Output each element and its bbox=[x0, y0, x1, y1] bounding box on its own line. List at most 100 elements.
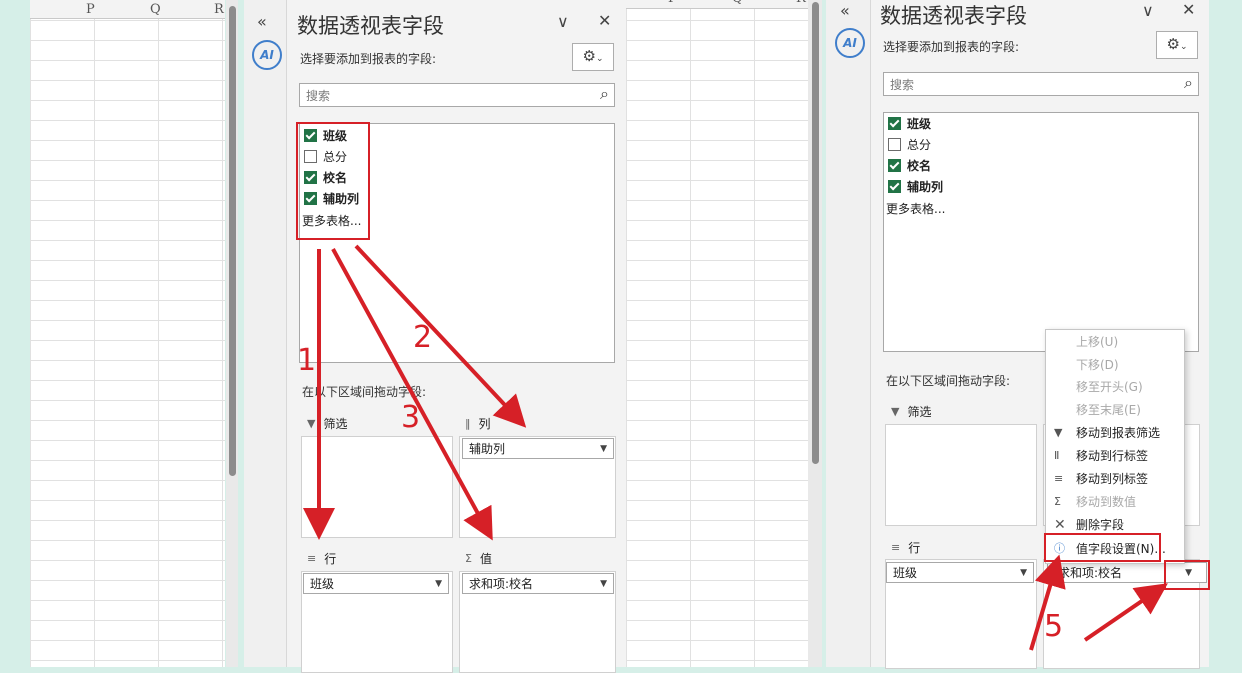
column-header-r[interactable]: R bbox=[214, 2, 224, 17]
search-icon[interactable]: ⌕ bbox=[600, 84, 609, 104]
menu-item-move-to-end[interactable]: 移至末尾(E) bbox=[1046, 399, 1184, 421]
choose-fields-label: 选择要添加到报表的字段: bbox=[300, 52, 437, 66]
sigma-icon: Σ bbox=[1054, 495, 1061, 508]
checkbox-checked[interactable] bbox=[888, 116, 901, 130]
filter-area-label: 筛选 bbox=[907, 404, 932, 419]
column-header-p[interactable]: P bbox=[668, 0, 677, 6]
pane-title: 数据透视表字段 bbox=[880, 4, 1027, 28]
chevron-down-icon: ⌄ bbox=[1179, 42, 1188, 52]
dropdown-value: 班级 bbox=[893, 566, 918, 580]
scrollbar-thumb[interactable] bbox=[812, 2, 819, 464]
chevron-down-icon[interactable]: ∨ bbox=[1142, 1, 1154, 20]
checkbox-checked[interactable] bbox=[888, 179, 901, 193]
left-column-headers: P Q R bbox=[30, 0, 225, 19]
left-vertical-scrollbar[interactable] bbox=[226, 0, 238, 667]
filter-icon: ▼ bbox=[1054, 426, 1063, 439]
values-area-header: Σ值 bbox=[459, 546, 614, 570]
settings-gear-button[interactable]: ⚙⌄ bbox=[1156, 31, 1198, 59]
more-tables-link[interactable]: 更多表格... bbox=[886, 198, 945, 218]
highlight-box-fields bbox=[296, 122, 370, 240]
settings-gear-button[interactable]: ⚙⌄ bbox=[572, 43, 614, 71]
annotation-number-2: 2 bbox=[413, 320, 433, 355]
field-search-input[interactable]: 搜索 ⌕ bbox=[883, 72, 1199, 96]
field-context-menu: 上移(U) 下移(D) 移至开头(G) 移至末尾(E) ▼ 移动到报表筛选 Ⅱ 移动… bbox=[1045, 329, 1185, 564]
choose-fields-label: 选择要添加到报表的字段: bbox=[883, 40, 1020, 54]
annotation-number-5: 5 bbox=[1044, 609, 1064, 644]
collapse-pane-icon[interactable]: « bbox=[257, 12, 267, 31]
rows-field-dropdown[interactable]: 班级 ▼ bbox=[886, 562, 1034, 583]
field-search-input[interactable]: 搜索 ⌕ bbox=[299, 83, 615, 107]
filter-area-label: 筛选 bbox=[323, 416, 348, 431]
collapse-pane-icon[interactable]: « bbox=[840, 1, 850, 20]
rows-area-label: 行 bbox=[324, 551, 337, 566]
filter-drop-area[interactable] bbox=[885, 424, 1037, 526]
filter-icon: ▼ bbox=[891, 404, 900, 418]
dropdown-value: 班级 bbox=[310, 577, 335, 591]
middle-column-headers: P Q R bbox=[626, 0, 808, 9]
checkbox-checked[interactable] bbox=[888, 158, 901, 172]
annotation-number-1: 1 bbox=[297, 343, 317, 378]
filter-drop-area[interactable] bbox=[301, 436, 453, 538]
rows-area-label: 行 bbox=[908, 540, 921, 555]
pane-title: 数据透视表字段 bbox=[297, 14, 444, 38]
chevron-down-icon: ⌄ bbox=[595, 54, 604, 64]
annotation-number-3: 3 bbox=[401, 400, 421, 435]
columns-area-header: ‖ 列 bbox=[459, 411, 614, 435]
columns-icon: ‖ bbox=[465, 416, 471, 430]
menu-item-move-up[interactable]: 上移(U) bbox=[1046, 331, 1184, 353]
scrollbar-thumb[interactable] bbox=[229, 6, 236, 476]
chevron-down-icon: ▼ bbox=[435, 579, 442, 589]
rows-icon: ≡ bbox=[307, 551, 317, 565]
ai-assistant-icon[interactable]: AI bbox=[835, 28, 865, 58]
checkbox-unchecked[interactable] bbox=[888, 137, 901, 151]
filter-area-header: ▼ 筛选 bbox=[885, 399, 1035, 423]
close-icon[interactable]: ✕ bbox=[1182, 0, 1195, 19]
field-item-total[interactable]: 总分 bbox=[888, 134, 931, 154]
field-label: 辅助列 bbox=[907, 179, 944, 194]
menu-item-move-to-start[interactable]: 移至开头(G) bbox=[1046, 376, 1184, 398]
columns-icon: ≡ bbox=[1054, 472, 1064, 485]
field-item-school[interactable]: 校名 bbox=[888, 155, 931, 175]
column-header-q[interactable]: Q bbox=[150, 2, 161, 17]
values-area-label: 值 bbox=[479, 551, 492, 566]
rows-area-header: ≡ 行 bbox=[885, 535, 1035, 559]
highlight-box-dropdown-arrow bbox=[1164, 560, 1210, 590]
menu-item-move-to-values[interactable]: Σ 移动到数值 bbox=[1046, 491, 1184, 513]
field-label: 班级 bbox=[907, 116, 932, 131]
chevron-down-icon: ▼ bbox=[600, 579, 607, 589]
rows-icon: ≡ bbox=[891, 540, 901, 554]
rows-area-header: ≡ 行 bbox=[301, 546, 451, 570]
column-header-p[interactable]: P bbox=[86, 2, 95, 17]
drag-fields-label: 在以下区域间拖动字段: bbox=[302, 385, 427, 399]
menu-item-move-to-filter[interactable]: ▼ 移动到报表筛选 bbox=[1046, 422, 1184, 444]
drag-fields-label: 在以下区域间拖动字段: bbox=[886, 374, 1011, 388]
middle-vertical-scrollbar[interactable] bbox=[808, 0, 822, 667]
field-item-class[interactable]: 班级 bbox=[888, 113, 931, 133]
close-icon[interactable]: ✕ bbox=[598, 11, 611, 30]
field-item-helper[interactable]: 辅助列 bbox=[888, 176, 943, 196]
rows-field-dropdown[interactable]: 班级 ▼ bbox=[303, 573, 449, 594]
search-icon[interactable]: ⌕ bbox=[1184, 73, 1193, 93]
field-label: 校名 bbox=[907, 158, 932, 173]
column-header-r[interactable]: R bbox=[796, 0, 806, 6]
menu-item-move-down[interactable]: 下移(D) bbox=[1046, 354, 1184, 376]
right-pane-side-strip: « AI bbox=[826, 0, 871, 667]
columns-field-dropdown[interactable]: 辅助列 ▼ bbox=[462, 438, 614, 459]
ai-assistant-icon[interactable]: AI bbox=[252, 40, 282, 70]
search-placeholder: 搜索 bbox=[890, 78, 915, 92]
left-pane-side-strip: « AI bbox=[244, 0, 287, 667]
dropdown-value: 求和项:校名 bbox=[1058, 566, 1123, 580]
chevron-down-icon[interactable]: ∨ bbox=[557, 12, 569, 31]
chevron-down-icon: ▼ bbox=[1020, 568, 1027, 578]
values-field-dropdown[interactable]: 求和项:校名 ▼ bbox=[462, 573, 614, 594]
sigma-icon: Σ bbox=[465, 551, 472, 565]
column-header-q[interactable]: Q bbox=[732, 0, 743, 6]
dropdown-value: 辅助列 bbox=[469, 442, 506, 456]
left-spreadsheet-grid[interactable] bbox=[30, 0, 225, 667]
menu-item-move-to-columns[interactable]: ≡ 移动到列标签 bbox=[1046, 468, 1184, 490]
field-list: 班级 总分 校名 辅助列 更多表格... bbox=[883, 112, 1199, 352]
chevron-down-icon: ▼ bbox=[600, 444, 607, 454]
middle-spreadsheet-grid[interactable] bbox=[626, 0, 808, 667]
dropdown-value: 求和项:校名 bbox=[469, 577, 534, 591]
menu-item-move-to-rows[interactable]: Ⅱ 移动到行标签 bbox=[1046, 445, 1184, 467]
